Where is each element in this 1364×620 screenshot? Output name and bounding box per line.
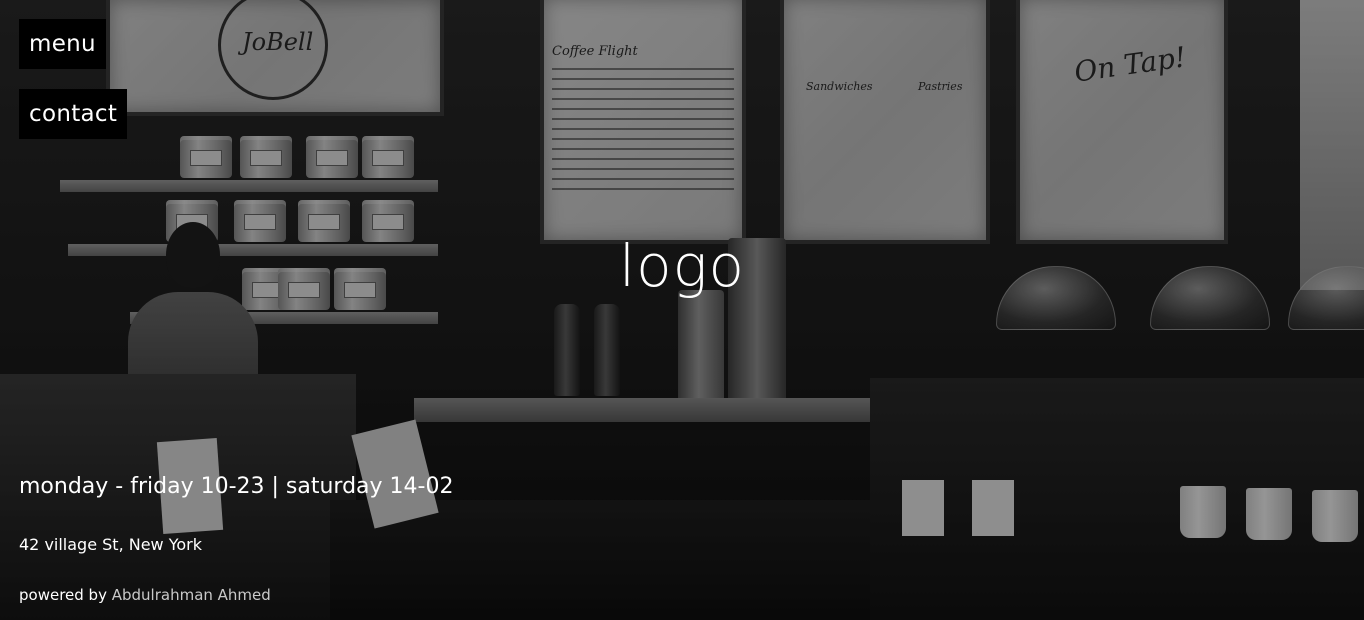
background-photo: JoBell Coffee Flight Sandwiches Pastries…: [0, 0, 1364, 620]
powered-by-label: powered by: [19, 586, 107, 604]
site-logo: logo: [619, 232, 745, 300]
background-dim-overlay: [0, 0, 1364, 620]
opening-hours: monday - friday 10-23 | saturday 14-02: [19, 474, 454, 499]
footer-credits: powered by Abdulrahman Ahmed: [19, 586, 271, 604]
hero-section: JoBell Coffee Flight Sandwiches Pastries…: [0, 0, 1364, 620]
contact-button[interactable]: contact: [19, 89, 128, 139]
menu-button[interactable]: menu: [19, 19, 106, 69]
author-link[interactable]: Abdulrahman Ahmed: [112, 586, 271, 604]
address: 42 village St, New York: [19, 535, 203, 554]
